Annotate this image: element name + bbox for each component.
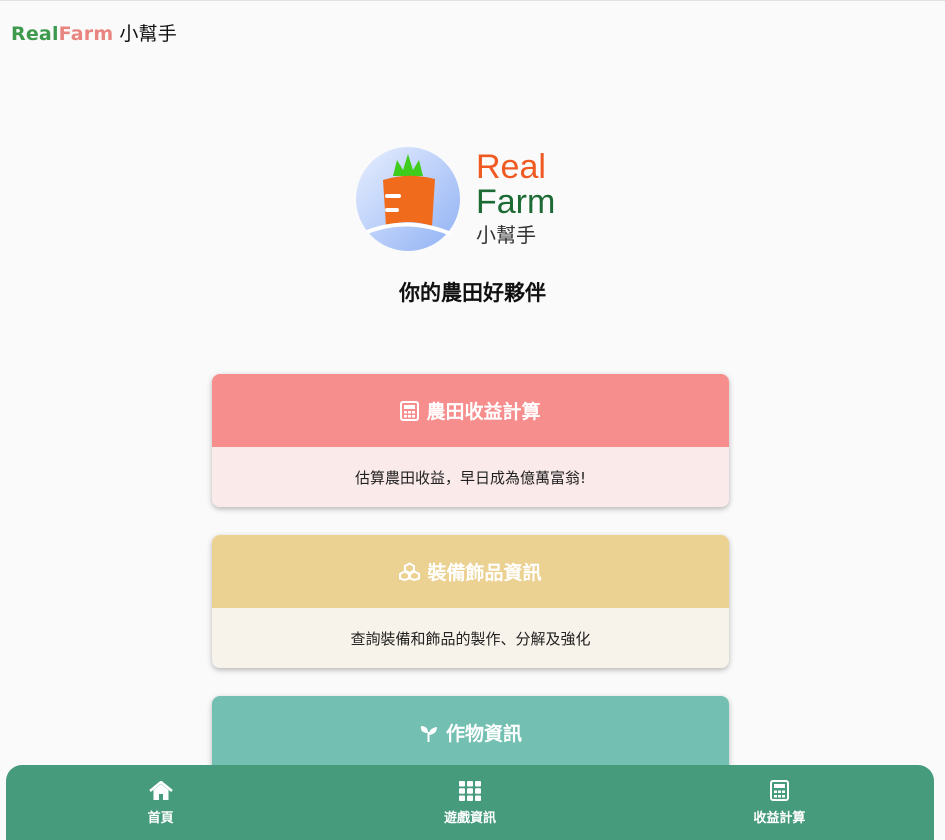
nav-game-info[interactable]: 遊戲資訊 — [315, 765, 624, 840]
calculator-icon — [400, 400, 420, 421]
card-farm-income-header[interactable]: 農田收益計算 — [212, 374, 729, 447]
app-header: RealFarm 小幫手 — [0, 1, 945, 61]
nav-income-calc[interactable]: 收益計算 — [625, 765, 934, 840]
tagline: 你的農田好夥伴 — [399, 281, 546, 305]
nav-home-label: 首頁 — [147, 810, 174, 826]
logo-farm-text: Farm — [476, 183, 556, 221]
logo-sub-text: 小幫手 — [476, 223, 536, 247]
card-crops-title: 作物資訊 — [445, 723, 522, 745]
brand-real-text[interactable]: Real — [11, 23, 59, 45]
card-crops-header[interactable]: 作物資訊 — [212, 696, 729, 769]
card-equipment[interactable]: 裝備飾品資訊 查詢裝備和飾品的製作、分解及強化 — [212, 535, 729, 668]
logo-real-text: Real — [476, 148, 546, 186]
carrot-logo-icon — [356, 147, 460, 251]
bottom-nav: 首頁 遊戲資訊 收益計算 — [6, 765, 934, 840]
home-icon — [148, 780, 173, 800]
calculator-icon — [769, 780, 789, 801]
card-equipment-header[interactable]: 裝備飾品資訊 — [212, 535, 729, 608]
card-equipment-desc: 查詢裝備和飾品的製作、分解及強化 — [212, 608, 729, 668]
card-equipment-title: 裝備飾品資訊 — [427, 562, 542, 584]
card-farm-income-title: 農田收益計算 — [426, 401, 541, 423]
app-logo: Real Farm 小幫手 — [355, 146, 575, 256]
grid-icon — [458, 780, 481, 801]
brand-sub-text[interactable]: 小幫手 — [119, 23, 177, 45]
card-farm-income[interactable]: 農田收益計算 估算農田收益，早日成為億萬富翁! — [212, 374, 729, 507]
nav-game-info-label: 遊戲資訊 — [443, 810, 496, 826]
card-farm-income-desc: 估算農田收益，早日成為億萬富翁! — [212, 447, 729, 507]
nav-income-calc-label: 收益計算 — [753, 811, 806, 826]
cubes-icon — [399, 562, 421, 581]
brand-farm-text[interactable]: Farm — [59, 23, 114, 45]
nav-home[interactable]: 首頁 — [6, 765, 315, 840]
seedling-icon — [420, 725, 437, 742]
